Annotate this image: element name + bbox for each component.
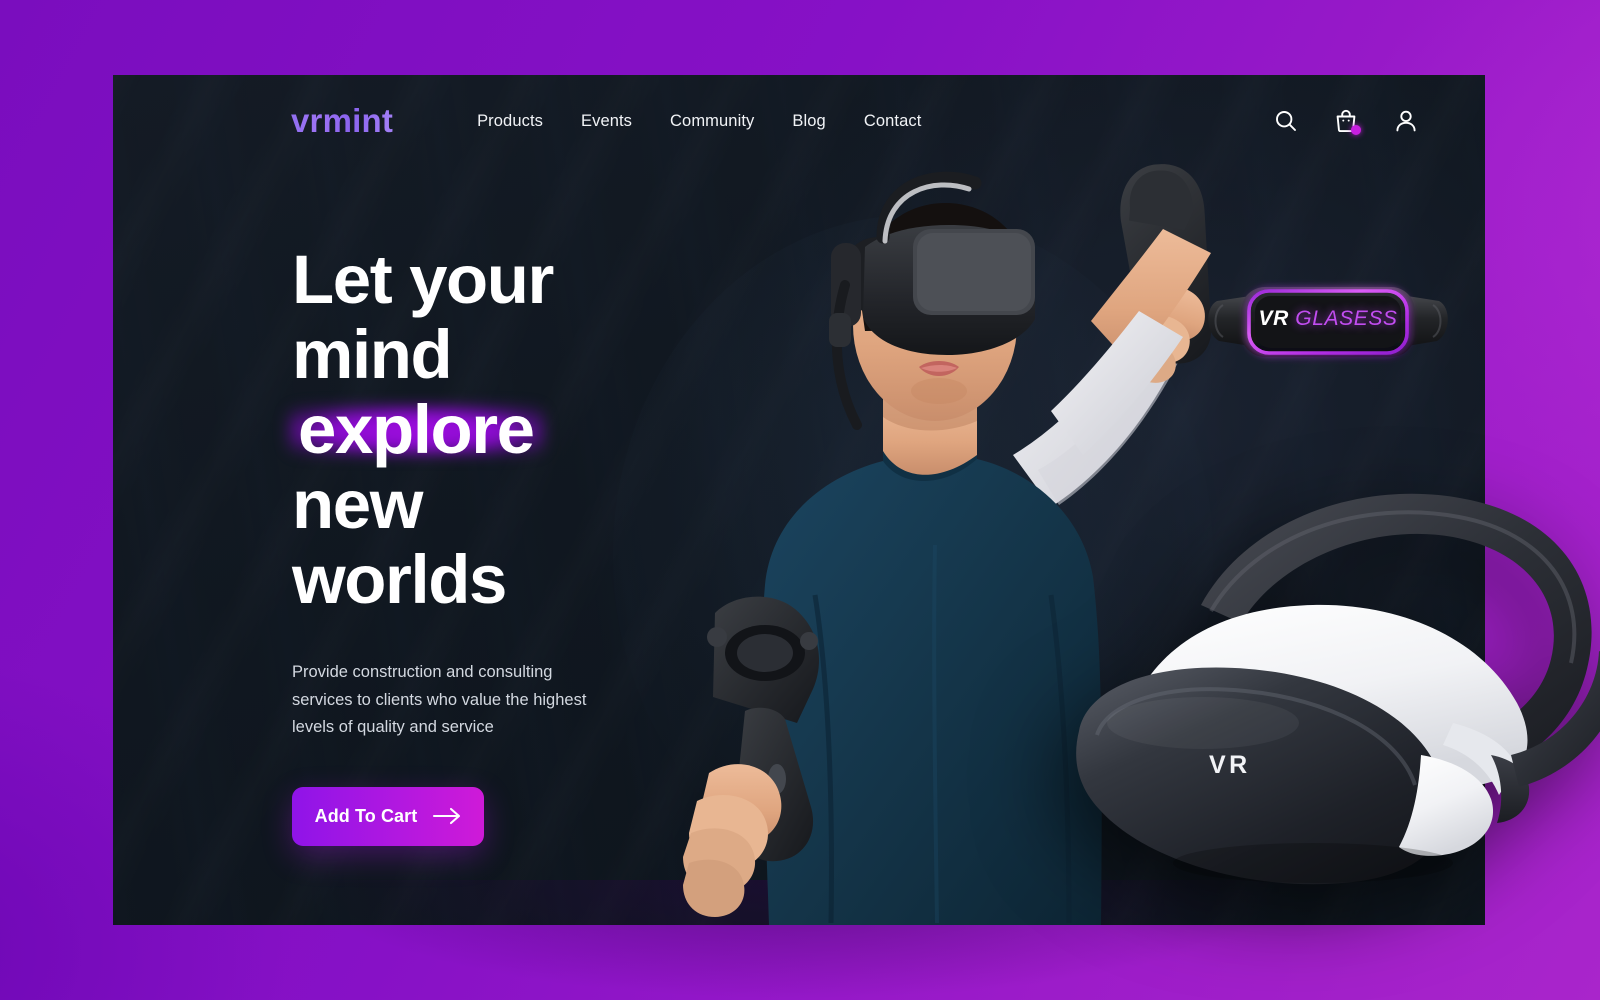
nav-links: Products Events Community Blog Contact	[477, 112, 921, 131]
shopping-bag-icon[interactable]	[1333, 108, 1361, 135]
headline-line-1: Let your	[292, 241, 554, 318]
hero-description: Provide construction and consulting serv…	[292, 663, 587, 736]
badge-text-primary: VR	[1258, 307, 1289, 330]
main-navigation: vrmint Products Events Community Blog Co…	[113, 75, 1485, 167]
headline-line-4: new	[292, 466, 423, 543]
nav-link-blog[interactable]: Blog	[792, 112, 825, 131]
hero-copy: Let your mind explore new worlds Provide…	[292, 242, 622, 846]
page-background: vrmint Products Events Community Blog Co…	[0, 0, 1600, 1000]
headline-line-2: mind	[292, 316, 453, 393]
headline-line-3: explore	[292, 392, 622, 467]
hero-card: vrmint Products Events Community Blog Co…	[113, 75, 1600, 925]
page-title: Let your mind explore new worlds	[292, 242, 622, 617]
badge-text-secondary: GLASESS	[1295, 307, 1398, 330]
nav-link-community[interactable]: Community	[670, 112, 754, 131]
cart-badge-dot	[1351, 125, 1361, 135]
vr-glasses-badge-label: VR GLASESS	[1203, 307, 1453, 331]
brand-logo[interactable]: vrmint	[291, 102, 393, 140]
arrow-right-icon	[433, 807, 461, 825]
add-to-cart-button[interactable]: Add To Cart	[292, 786, 484, 846]
nav-link-products[interactable]: Products	[477, 112, 543, 131]
search-icon[interactable]	[1273, 108, 1299, 134]
nav-link-events[interactable]: Events	[581, 112, 632, 131]
nav-link-contact[interactable]: Contact	[864, 112, 922, 131]
add-to-cart-label: Add To Cart	[314, 805, 418, 826]
product-image-vr-headset[interactable]: VR	[1013, 455, 1600, 925]
user-account-icon[interactable]	[1393, 108, 1419, 134]
headline-line-5: worlds	[292, 541, 507, 618]
nav-icon-group	[1273, 108, 1419, 135]
product-brand-mark: VR	[1209, 751, 1251, 779]
headline-highlight-word: explore	[292, 392, 540, 467]
vr-glasses-badge[interactable]: VR GLASESS	[1203, 271, 1453, 371]
